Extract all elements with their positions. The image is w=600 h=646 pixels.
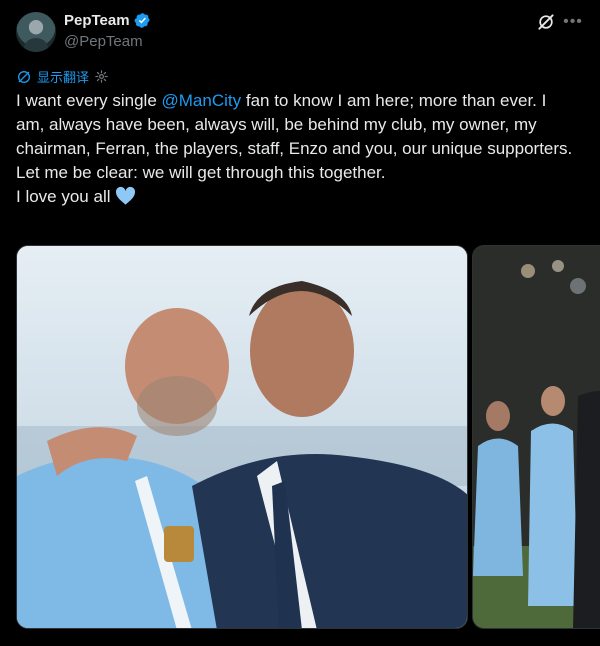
tweet-text-start: I want every single [16,91,162,110]
author-handle[interactable]: @PepTeam [64,33,143,50]
author-name-row: PepTeam [64,12,151,29]
translate-icon [18,70,30,83]
grok-icon[interactable] [536,12,556,32]
translate-row: 显示翻译 [16,67,109,86]
mention-link[interactable]: @ManCity [162,91,242,110]
show-translation-link[interactable]: 显示翻译 [37,67,89,86]
display-name[interactable]: PepTeam [64,12,130,29]
tweet-text: I want every single @ManCity fan to know… [16,89,576,209]
tweet-paragraph-2: Let me be clear: we will get through thi… [16,163,386,182]
photo-image-2 [473,246,600,628]
avatar[interactable] [16,12,56,52]
tweet-text-love: I love you all [16,187,111,206]
more-icon[interactable]: ••• [563,12,583,32]
tweet-photo-2[interactable] [472,245,600,629]
tweet-paragraph-3: I love you all [16,185,576,209]
verified-badge-icon [134,13,150,28]
gear-icon[interactable] [94,69,109,84]
tweet-paragraph-1: I want every single @ManCity fan to know… [16,89,576,161]
photo-image [17,246,467,628]
tweet-photo-1[interactable] [16,245,468,629]
light-blue-heart-icon [116,186,136,205]
